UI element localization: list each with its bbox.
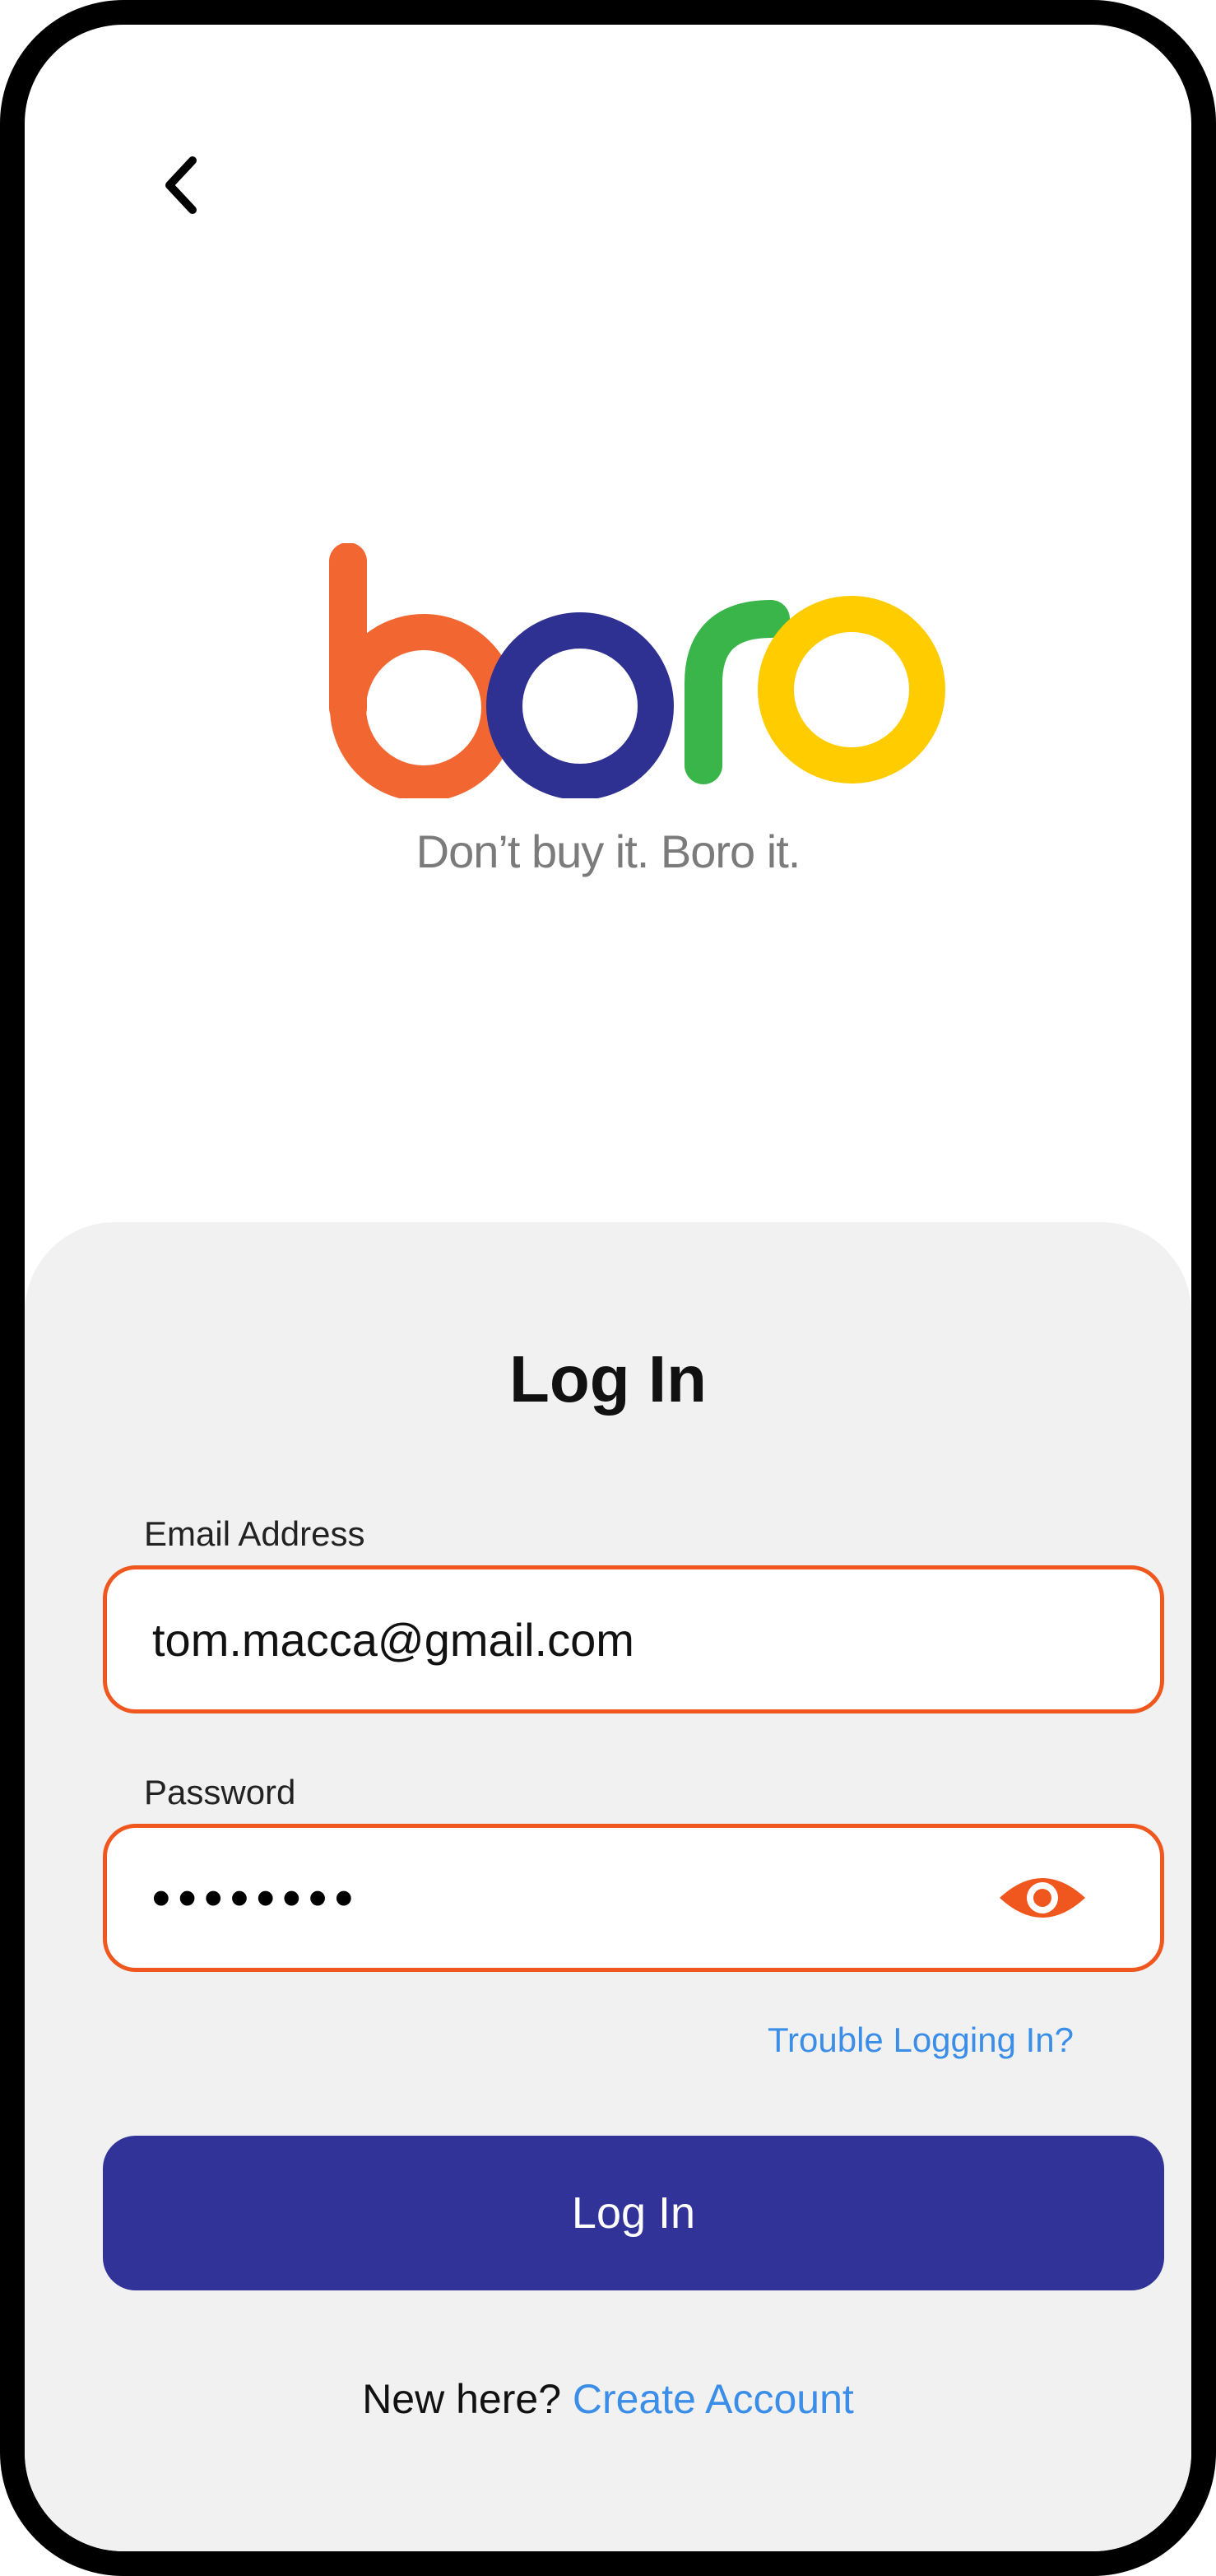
phone-frame: Don’t buy it. Boro it. Log In Email Addr… [0,0,1216,2576]
signup-prompt: New here? [362,2376,561,2422]
password-value: •••••••• [152,1869,361,1927]
password-field[interactable]: •••••••• [103,1824,1164,1972]
tagline: Don’t buy it. Boro it. [415,825,801,877]
trouble-logging-in-link[interactable]: Trouble Logging In? [768,2020,1074,2060]
chevron-left-icon [165,156,197,214]
login-button[interactable]: Log In [103,2136,1164,2290]
back-button[interactable] [148,152,214,218]
email-field[interactable]: tom.macca@gmail.com [103,1565,1164,1713]
email-value: tom.macca@gmail.com [152,1613,634,1666]
eye-icon[interactable] [995,1870,1090,1926]
page-title: Log In [509,1342,707,1416]
boro-logo [329,543,945,798]
password-label: Password [144,1773,296,1811]
email-label: Email Address [144,1514,365,1553]
signup-row: New here? Create Account [25,2375,1191,2423]
create-account-link[interactable]: Create Account [573,2376,854,2422]
